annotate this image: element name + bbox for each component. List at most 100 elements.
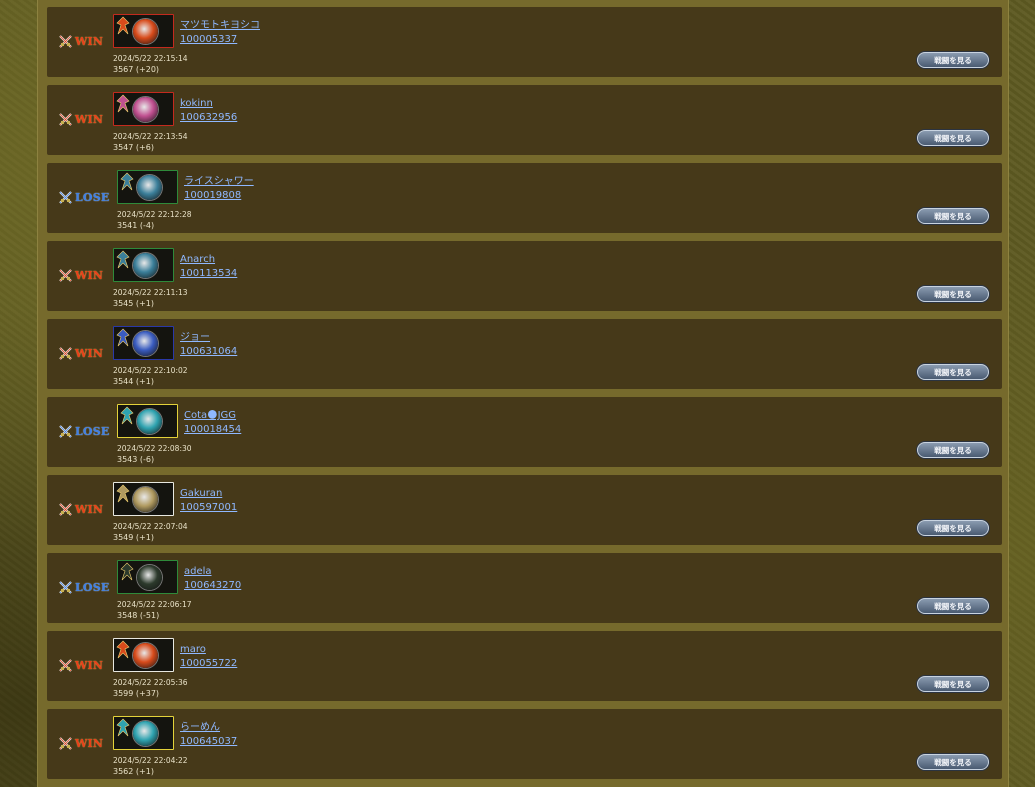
opponent-id-link[interactable]: 100632956 <box>180 111 237 125</box>
opponent-name-link[interactable]: らーめん <box>180 721 237 735</box>
deck-thumbnail[interactable] <box>117 170 178 204</box>
deck-thumbnail[interactable] <box>113 326 174 360</box>
watch-battle-button[interactable]: 戦闘を見る <box>917 52 989 68</box>
watch-battle-button[interactable]: 戦闘を見る <box>917 208 989 224</box>
deck-thumbnail[interactable] <box>117 404 178 438</box>
rune-icon <box>116 484 130 503</box>
match-meta: 2024/5/22 22:04:22 3562 (+1) <box>113 755 188 777</box>
opponent-info: Anarch 100113534 <box>180 253 237 281</box>
rating-change: 3544 (+1) <box>113 377 154 386</box>
opponent-info: kokinn 100632956 <box>180 97 237 125</box>
opponent-info: ジョー 100631064 <box>180 331 237 359</box>
opponent-id-link[interactable]: 100597001 <box>180 501 237 515</box>
rune-icon <box>116 250 130 269</box>
rating-change: 3543 (-6) <box>117 455 155 464</box>
crossed-swords-icon <box>59 503 72 516</box>
watch-battle-button[interactable]: 戦闘を見る <box>917 130 989 146</box>
rating-change: 3547 (+6) <box>113 143 154 152</box>
rating-change: 3545 (+1) <box>113 299 154 308</box>
opponent-id-link[interactable]: 100018454 <box>184 423 241 437</box>
opponent-info: maro 100055722 <box>180 643 237 671</box>
snow-spirit-icon <box>137 565 162 590</box>
rune-icon <box>120 562 134 581</box>
watch-battle-button[interactable]: 戦闘を見る <box>917 520 989 536</box>
opponent-name-link[interactable]: kokinn <box>180 97 237 111</box>
match-row: LOSE Cota🌑JGG 100018454 2024/5/22 22:08:30 3… <box>47 397 1002 467</box>
claw-slash-icon <box>133 487 158 512</box>
crossed-swords-icon <box>59 269 72 282</box>
opponent-name-link[interactable]: Gakuran <box>180 487 237 501</box>
watch-battle-button[interactable]: 戦闘を見る <box>917 676 989 692</box>
result-badge: WIN <box>59 113 103 126</box>
result-badge: WIN <box>59 269 103 282</box>
opponent-name-link[interactable]: ジョー <box>180 331 237 345</box>
watch-battle-button[interactable]: 戦闘を見る <box>917 754 989 770</box>
rating-change: 3541 (-4) <box>117 221 155 230</box>
opponent-name-link[interactable]: Anarch <box>180 253 237 267</box>
opponent-id-link[interactable]: 100631064 <box>180 345 237 359</box>
result-label: WIN <box>75 35 104 48</box>
result-badge: LOSE <box>59 191 109 204</box>
rune-icon <box>116 640 130 659</box>
opponent-name-link[interactable]: adela <box>184 565 241 579</box>
crossed-swords-icon <box>59 113 72 126</box>
deck-thumbnail[interactable] <box>113 92 174 126</box>
opponent-info: ライスシャワー 100019808 <box>184 175 254 203</box>
match-row: WIN kokinn 100632956 2024/5/22 22:13:54 3547… <box>47 85 1002 155</box>
opponent-name-link[interactable]: マツモトキヨシコ <box>180 19 260 33</box>
match-meta: 2024/5/22 22:06:17 3548 (-51) <box>117 599 192 621</box>
match-meta: 2024/5/22 22:10:02 3544 (+1) <box>113 365 188 387</box>
opponent-name-link[interactable]: maro <box>180 643 237 657</box>
shadow-beast-icon <box>133 253 158 278</box>
match-row: LOSE adela 100643270 2024/5/22 22:06:17 3548… <box>47 553 1002 623</box>
result-label: LOSE <box>75 581 110 594</box>
crossed-swords-icon <box>59 581 72 594</box>
result-label: WIN <box>75 737 104 750</box>
crossed-swords-icon <box>59 425 72 438</box>
rating-change: 3562 (+1) <box>113 767 154 776</box>
result-label: LOSE <box>75 191 110 204</box>
match-history-panel: WIN マツモトキヨシコ 100005337 2024/5/22 22:15:14 35… <box>37 0 1009 787</box>
cute-blob-icon <box>133 721 158 746</box>
rating-change: 3599 (+37) <box>113 689 160 698</box>
opponent-name-link[interactable]: ライスシャワー <box>184 175 254 189</box>
match-row: WIN らーめん 100645037 2024/5/22 22:04:22 3562 (… <box>47 709 1002 779</box>
match-timestamp: 2024/5/22 22:05:36 <box>113 678 188 687</box>
deck-thumbnail[interactable] <box>117 560 178 594</box>
watch-battle-button[interactable]: 戦闘を見る <box>917 598 989 614</box>
opponent-id-link[interactable]: 100643270 <box>184 579 241 593</box>
rune-icon <box>116 718 130 737</box>
flame-orb-icon <box>133 331 158 356</box>
opponent-id-link[interactable]: 100019808 <box>184 189 254 203</box>
match-timestamp: 2024/5/22 22:08:30 <box>117 444 192 453</box>
rune-icon <box>116 328 130 347</box>
opponent-id-link[interactable]: 100055722 <box>180 657 237 671</box>
result-label: WIN <box>75 347 104 360</box>
rune-icon <box>120 406 134 425</box>
deck-thumbnail[interactable] <box>113 248 174 282</box>
deck-thumbnail[interactable] <box>113 14 174 48</box>
opponent-info: らーめん 100645037 <box>180 721 237 749</box>
match-timestamp: 2024/5/22 22:04:22 <box>113 756 188 765</box>
crossed-swords-icon <box>59 191 72 204</box>
match-timestamp: 2024/5/22 22:13:54 <box>113 132 188 141</box>
opponent-id-link[interactable]: 100645037 <box>180 735 237 749</box>
watch-battle-button[interactable]: 戦闘を見る <box>917 364 989 380</box>
dark-warrior-icon <box>137 175 162 200</box>
opponent-id-link[interactable]: 100113534 <box>180 267 237 281</box>
deck-thumbnail[interactable] <box>113 482 174 516</box>
robot-mage-icon <box>137 409 162 434</box>
match-meta: 2024/5/22 22:12:28 3541 (-4) <box>117 209 192 231</box>
watch-battle-button[interactable]: 戦闘を見る <box>917 442 989 458</box>
match-timestamp: 2024/5/22 22:06:17 <box>117 600 192 609</box>
opponent-id-link[interactable]: 100005337 <box>180 33 260 47</box>
result-badge: WIN <box>59 737 103 750</box>
crossed-swords-icon <box>59 35 72 48</box>
match-row: WIN Gakuran 100597001 2024/5/22 22:07:04 354… <box>47 475 1002 545</box>
match-row: WIN maro 100055722 2024/5/22 22:05:36 3599 (… <box>47 631 1002 701</box>
deck-thumbnail[interactable] <box>113 716 174 750</box>
deck-thumbnail[interactable] <box>113 638 174 672</box>
rating-change: 3548 (-51) <box>117 611 160 620</box>
watch-battle-button[interactable]: 戦闘を見る <box>917 286 989 302</box>
opponent-name-link[interactable]: Cota🌑JGG <box>184 409 241 423</box>
